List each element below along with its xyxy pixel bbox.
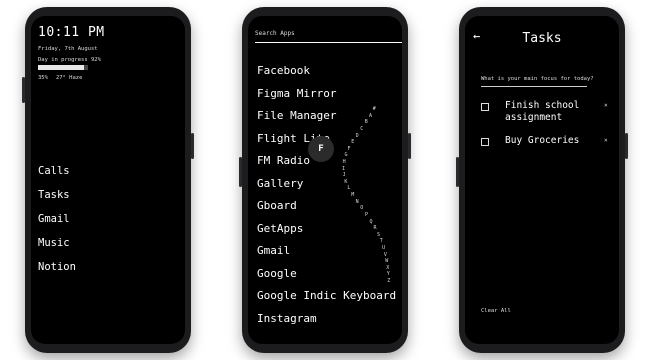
volume-button [456,157,459,187]
alphabet-letter[interactable]: J [343,172,346,178]
app-list: Facebook Figma Mirror File Manager Fligh… [257,64,396,334]
alphabet-letter[interactable]: # [373,106,376,112]
alphabet-letter[interactable]: U [382,245,385,251]
app-music[interactable]: Music [38,236,76,260]
alphabet-letter[interactable]: O [360,205,363,211]
alphabet-letter[interactable]: S [377,232,380,238]
alphabet-letter[interactable]: M [351,192,354,198]
clock: 10:11 PM [38,25,105,40]
alphabet-letter[interactable]: Y [387,271,390,277]
alphabet-letter[interactable]: P [365,212,368,218]
app-notion[interactable]: Notion [38,260,76,284]
power-button [191,133,194,159]
battery-text: 35% [38,75,48,81]
app-calls[interactable]: Calls [38,164,76,188]
alphabet-letter[interactable]: G [345,152,348,158]
tasks-screen: ← Tasks What is your main focus for toda… [465,16,619,344]
alphabet-letter[interactable]: V [384,252,387,258]
clear-all-button[interactable]: Clear All [481,308,511,314]
volume-button [22,77,25,103]
alphabet-letter[interactable]: X [386,265,389,271]
app-gmail[interactable]: Gmail [38,212,76,236]
volume-button [239,157,242,187]
date-text: Friday, 7th August [38,46,98,52]
phone-app-drawer: Search Apps Facebook Figma Mirror File M… [239,7,411,353]
task-checkbox[interactable] [481,103,489,111]
alphabet-letter[interactable]: W [385,258,388,264]
alphabet-letter[interactable]: Z [387,278,390,284]
search-input[interactable]: Search Apps [255,30,402,43]
app-tasks[interactable]: Tasks [38,188,76,212]
alphabet-letter[interactable]: T [380,238,383,244]
drawer-screen: Search Apps Facebook Figma Mirror File M… [248,16,402,344]
task-text: Finish school assignment [505,100,580,123]
alphabet-letter[interactable]: Q [370,219,373,225]
alphabet-letter[interactable]: D [356,133,359,139]
day-progress-fill [38,65,84,70]
task-text: Buy Groceries [505,135,580,146]
page-title: Tasks [522,31,562,46]
alphabet-letter[interactable]: F [348,146,351,152]
alphabet-letter[interactable]: N [356,199,359,205]
alphabet-letter[interactable]: B [365,119,368,125]
app-list-item[interactable]: Google Indic Keyboard [257,289,396,312]
task-checkbox[interactable] [481,138,489,146]
app-list-item[interactable]: File Manager [257,109,396,132]
phone-tasks: ← Tasks What is your main focus for toda… [456,7,628,353]
day-progress-label: Day in progress 92% [38,57,101,63]
power-button [408,133,411,159]
app-list-item[interactable]: Google [257,267,396,290]
alphabet-letter[interactable]: K [344,179,347,185]
alphabet-letter[interactable]: L [347,185,350,191]
phone-home: 10:11 PM Friday, 7th August Day in progr… [22,7,194,353]
app-list-item[interactable]: Gallery [257,177,396,200]
app-list-item[interactable]: Gmail [257,244,396,267]
day-progress-bar [38,65,88,70]
app-list-item[interactable]: Facebook [257,64,396,87]
alphabet-letter[interactable]: C [360,126,363,132]
alphabet-letter[interactable]: A [369,113,372,119]
home-screen: 10:11 PM Friday, 7th August Day in progr… [31,16,185,344]
app-list-item[interactable]: Gboard [257,199,396,222]
favorite-apps: Calls Tasks Gmail Music Notion [38,164,76,284]
app-list-item[interactable]: Instagram [257,312,396,335]
remove-task-icon[interactable]: × [604,137,608,144]
power-button [625,133,628,159]
weather-text: 27° Haze [55,75,83,81]
selected-letter-bubble: F [308,136,334,162]
status-row: 35% 27° Haze [38,75,90,81]
alphabet-letter[interactable]: R [374,225,377,231]
alphabet-letter[interactable]: I [342,166,345,172]
task-input[interactable]: What is your main focus for today? [481,76,594,87]
alphabet-letter[interactable]: E [351,139,354,145]
remove-task-icon[interactable]: × [604,102,608,109]
alphabet-letter[interactable]: H [343,159,346,165]
